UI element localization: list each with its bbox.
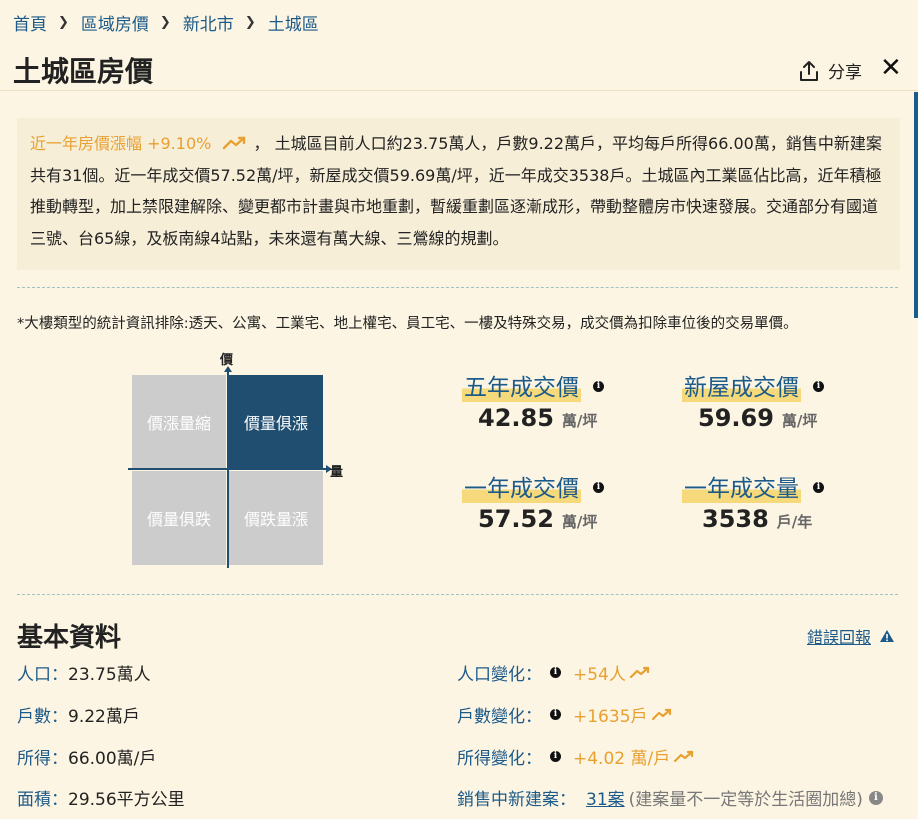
households-change-value: +1635戶 [573, 702, 673, 727]
chevron-right-icon: ❯ [244, 15, 256, 30]
price-growth-text: 近一年房價漲幅 +9.10% [30, 134, 212, 153]
info-icon[interactable]: i [550, 709, 561, 720]
volume-axis-label: 量 [330, 465, 344, 480]
quadrant-top-left: 價漲量縮 [132, 375, 226, 469]
households-key: 戶數： [17, 707, 68, 727]
share-button[interactable]: 分享 [798, 58, 862, 83]
stat-unit: 萬/坪 [781, 412, 818, 430]
divider [17, 287, 898, 288]
households-value: 9.22萬戶 [68, 707, 140, 727]
error-report-label: 錯誤回報 [807, 628, 872, 647]
households-change-row: 戶數變化： i +1635戶 [457, 702, 673, 727]
income-change-value: +4.02 萬/戶 [573, 744, 695, 769]
breadcrumb-city[interactable]: 新北市 [183, 10, 234, 35]
info-icon[interactable]: i [868, 790, 883, 805]
households-row: 戶數： 9.22萬戶 [17, 702, 140, 727]
quadrant-bottom-right: 價跌量漲 [229, 471, 323, 565]
price-axis-label: 價 [220, 353, 234, 368]
trend-up-icon [629, 666, 649, 678]
new-projects-row: 銷售中新建案： 31案 (建案量不一定等於生活圈加總) i [457, 785, 883, 810]
population-change-row: 人口變化： i +54人 [457, 660, 651, 685]
trend-up-icon [223, 136, 246, 150]
area-key: 面積： [17, 790, 68, 810]
info-icon[interactable]: i [550, 751, 561, 762]
income-key: 所得： [17, 749, 68, 769]
stat-value: 59.69 [698, 404, 774, 432]
area-value: 29.56平方公里 [68, 790, 185, 810]
stat-new-house-price: 59.69 萬/坪 [698, 404, 817, 432]
stat-new-house-price-label: 新屋成交價 [682, 368, 801, 402]
population-change-key: 人口變化： [457, 665, 542, 685]
stat-unit: 戶/年 [776, 513, 813, 531]
stat-one-year-volume: 3538 戶/年 [702, 505, 812, 533]
share-label: 分享 [828, 63, 862, 83]
income-row: 所得： 66.00萬/戶 [17, 744, 156, 769]
stat-value: 3538 [702, 505, 769, 533]
stat-unit: 萬/坪 [561, 513, 598, 531]
volume-axis [128, 468, 328, 470]
income-change-text: +4.02 萬/戶 [573, 749, 671, 769]
info-icon[interactable]: i [550, 667, 561, 678]
scrollbar[interactable] [914, 92, 918, 318]
stat-value: 57.52 [478, 505, 554, 533]
warning-icon [880, 630, 895, 642]
breadcrumb: 首頁 ❯ 區域房價 ❯ 新北市 ❯ 土城區 [13, 10, 319, 35]
trend-up-icon [651, 708, 671, 720]
page-title: 土城區房價 [13, 55, 154, 88]
info-icon[interactable]: i [813, 482, 824, 493]
stat-five-year-price: 42.85 萬/坪 [478, 404, 597, 432]
divider [17, 594, 898, 595]
stat-one-year-price: 57.52 萬/坪 [478, 505, 597, 533]
breadcrumb-region-price[interactable]: 區域房價 [81, 10, 149, 35]
income-change-row: 所得變化： i +4.02 萬/戶 [457, 744, 695, 769]
stat-unit: 萬/坪 [561, 412, 598, 430]
breadcrumb-home[interactable]: 首頁 [13, 10, 47, 35]
basic-data-title: 基本資料 [17, 623, 122, 653]
stat-five-year-price-label: 五年成交價 [462, 368, 581, 402]
stat-value: 42.85 [478, 404, 554, 432]
households-change-key: 戶數變化： [457, 707, 542, 727]
trend-up-icon [674, 750, 694, 762]
page-header: 首頁 ❯ 區域房價 ❯ 新北市 ❯ 土城區 土城區房價 分享 ✕ [0, 0, 918, 91]
info-icon[interactable]: i [813, 381, 824, 392]
intro-summary: 近一年房價漲幅 +9.10% ， 土城區目前人口約23.75萬人，戶數9.22萬… [17, 118, 900, 270]
income-value: 66.00萬/戶 [68, 749, 157, 769]
new-projects-link[interactable]: 31案 [586, 785, 625, 810]
households-change-text: +1635戶 [573, 707, 648, 727]
area-row: 面積： 29.56平方公里 [17, 785, 185, 810]
info-icon[interactable]: i [593, 381, 604, 392]
info-icon[interactable]: i [593, 482, 604, 493]
population-change-text: +54人 [573, 665, 626, 685]
error-report-link[interactable]: 錯誤回報 [807, 624, 895, 648]
new-projects-key: 銷售中新建案： [457, 790, 576, 810]
share-icon [800, 60, 818, 81]
statistics-note: *大樓類型的統計資訊排除:透天、公寓、工業宅、地上權宅、員工宅、一樓及特殊交易，… [17, 316, 798, 332]
stat-one-year-volume-label: 一年成交量 [682, 469, 801, 503]
population-value: 23.75萬人 [68, 665, 151, 685]
population-row: 人口： 23.75萬人 [17, 660, 151, 685]
chevron-right-icon: ❯ [58, 15, 69, 30]
population-key: 人口： [17, 665, 68, 685]
price-growth: 近一年房價漲幅 +9.10% [30, 134, 248, 153]
population-change-value: +54人 [573, 660, 651, 685]
close-icon[interactable]: ✕ [880, 55, 902, 81]
new-projects-note: (建案量不一定等於生活圈加總) [628, 790, 863, 810]
stat-one-year-price-label: 一年成交價 [462, 469, 581, 503]
quadrant-top-right: 價量俱漲 [229, 375, 323, 469]
breadcrumb-district[interactable]: 土城區 [268, 10, 319, 35]
quadrant-bottom-left: 價量俱跌 [132, 471, 226, 565]
chevron-right-icon: ❯ [159, 15, 171, 30]
income-change-key: 所得變化： [457, 749, 542, 769]
